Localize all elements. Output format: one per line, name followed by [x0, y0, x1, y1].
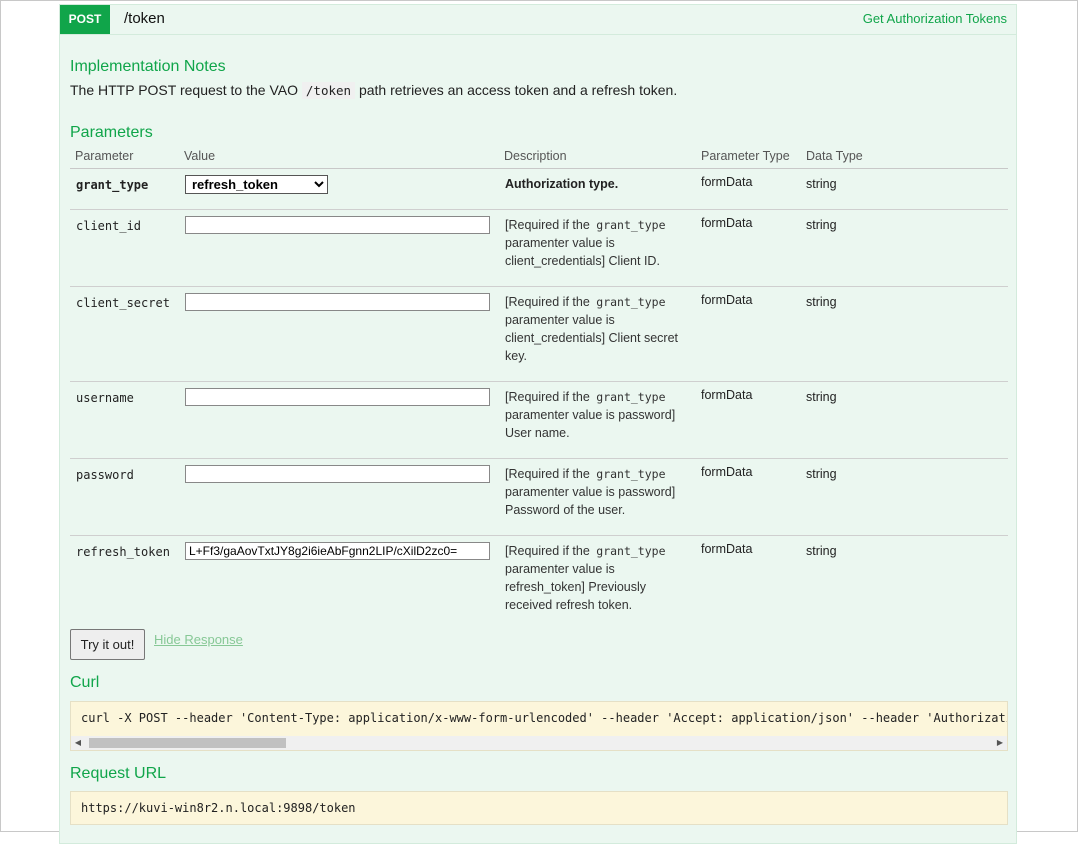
- column-header-data-type: Data Type: [806, 149, 863, 163]
- data-type: string: [806, 390, 837, 404]
- desc-code: grant_type: [596, 390, 666, 404]
- param-type: formData: [701, 388, 753, 402]
- implementation-notes-text: The HTTP POST request to the VAO /token …: [70, 82, 678, 99]
- param-row-refresh-token: refresh_token [Required if the grant_typ…: [70, 536, 1008, 620]
- param-name: client_id: [76, 219, 142, 233]
- curl-command-text: curl -X POST --header 'Content-Type: app…: [81, 711, 1008, 725]
- endpoint-path[interactable]: /token: [124, 5, 165, 33]
- request-url-heading: Request URL: [70, 765, 167, 782]
- operation-header[interactable]: POST /token Get Authorization Tokens: [60, 5, 1016, 35]
- desc-code: grant_type: [596, 218, 666, 232]
- param-value-cell: [185, 542, 490, 560]
- desc-prefix: [Required if the: [505, 467, 590, 481]
- param-name: password: [76, 468, 134, 482]
- desc-prefix: [Required if the: [505, 544, 590, 558]
- notes-text-before: The HTTP POST request to the VAO: [70, 82, 298, 98]
- column-header-parameter: Parameter: [75, 149, 134, 163]
- operation-panel: POST /token Get Authorization Tokens Imp…: [59, 4, 1017, 844]
- param-description: Authorization type.: [505, 177, 619, 191]
- param-name: username: [76, 391, 134, 405]
- desc-code: grant_type: [596, 467, 666, 481]
- param-type: formData: [701, 216, 753, 230]
- password-input[interactable]: [185, 465, 490, 483]
- client-id-input[interactable]: [185, 216, 490, 234]
- param-row-client-id: client_id [Required if the grant_type pa…: [70, 210, 1008, 287]
- param-row-password: password [Required if the grant_type par…: [70, 459, 1008, 536]
- desc-suffix: paramenter value is client_credentials] …: [505, 236, 660, 268]
- param-description: [Required if the grant_type paramenter v…: [505, 388, 690, 442]
- notes-text-after: path retrieves an access token and a ref…: [358, 82, 678, 98]
- desc-prefix: [Required if the: [505, 390, 590, 404]
- username-input[interactable]: [185, 388, 490, 406]
- param-description: [Required if the grant_type paramenter v…: [505, 465, 690, 519]
- column-header-value: Value: [184, 149, 216, 163]
- param-value-cell: refresh_token: [185, 175, 328, 194]
- desc-suffix: paramenter value is refresh_token] Previ…: [505, 562, 647, 612]
- request-url-text: https://kuvi-win8r2.n.local:9898/token: [81, 801, 356, 815]
- scroll-right-arrow-icon[interactable]: ▶: [993, 736, 1007, 750]
- scrollbar-thumb[interactable]: [89, 738, 286, 748]
- desc-code: grant_type: [596, 544, 666, 558]
- param-type: formData: [701, 465, 753, 479]
- desc-suffix: paramenter value is client_credentials] …: [505, 313, 678, 363]
- operation-summary-link[interactable]: Get Authorization Tokens: [863, 5, 1007, 33]
- parameters-heading: Parameters: [70, 124, 153, 141]
- scroll-left-arrow-icon[interactable]: ◀: [71, 736, 85, 750]
- param-description: [Required if the grant_type paramenter v…: [505, 293, 690, 365]
- http-method-badge[interactable]: POST: [60, 5, 110, 34]
- param-row-client-secret: client_secret [Required if the grant_typ…: [70, 287, 1008, 382]
- param-value-cell: [185, 465, 490, 483]
- param-row-username: username [Required if the grant_type par…: [70, 382, 1008, 459]
- param-name: client_secret: [76, 296, 170, 310]
- request-url-box: https://kuvi-win8r2.n.local:9898/token: [70, 791, 1008, 825]
- data-type: string: [806, 177, 837, 191]
- desc-suffix: paramenter value is password] Password o…: [505, 485, 676, 517]
- try-it-out-button[interactable]: Try it out!: [70, 629, 145, 660]
- client-secret-input[interactable]: [185, 293, 490, 311]
- curl-command-box[interactable]: curl -X POST --header 'Content-Type: app…: [70, 701, 1008, 751]
- param-row-grant-type: grant_type refresh_token Authorization t…: [70, 169, 1008, 210]
- implementation-notes-heading: Implementation Notes: [70, 58, 226, 75]
- data-type: string: [806, 544, 837, 558]
- refresh-token-input[interactable]: [185, 542, 490, 560]
- param-name: refresh_token: [76, 545, 170, 559]
- desc-code: grant_type: [596, 295, 666, 309]
- param-value-cell: [185, 388, 490, 406]
- data-type: string: [806, 467, 837, 481]
- desc-prefix: [Required if the: [505, 218, 590, 232]
- curl-horizontal-scrollbar[interactable]: ◀ ▶: [71, 736, 1007, 750]
- hide-response-link[interactable]: Hide Response: [154, 632, 243, 647]
- param-description: [Required if the grant_type paramenter v…: [505, 542, 690, 614]
- grant-type-select[interactable]: refresh_token: [185, 175, 328, 194]
- desc-prefix: [Required if the: [505, 295, 590, 309]
- param-description: [Required if the grant_type paramenter v…: [505, 216, 690, 270]
- param-value-cell: [185, 293, 490, 311]
- param-type: formData: [701, 542, 753, 556]
- curl-heading: Curl: [70, 674, 100, 691]
- param-type: formData: [701, 293, 753, 307]
- notes-code: /token: [301, 82, 356, 99]
- param-type: formData: [701, 175, 753, 189]
- data-type: string: [806, 218, 837, 232]
- param-name: grant_type: [76, 178, 149, 192]
- column-header-parameter-type: Parameter Type: [701, 149, 790, 163]
- param-value-cell: [185, 216, 490, 234]
- desc-suffix: paramenter value is password] User name.: [505, 408, 676, 440]
- column-header-description: Description: [504, 149, 567, 163]
- data-type: string: [806, 295, 837, 309]
